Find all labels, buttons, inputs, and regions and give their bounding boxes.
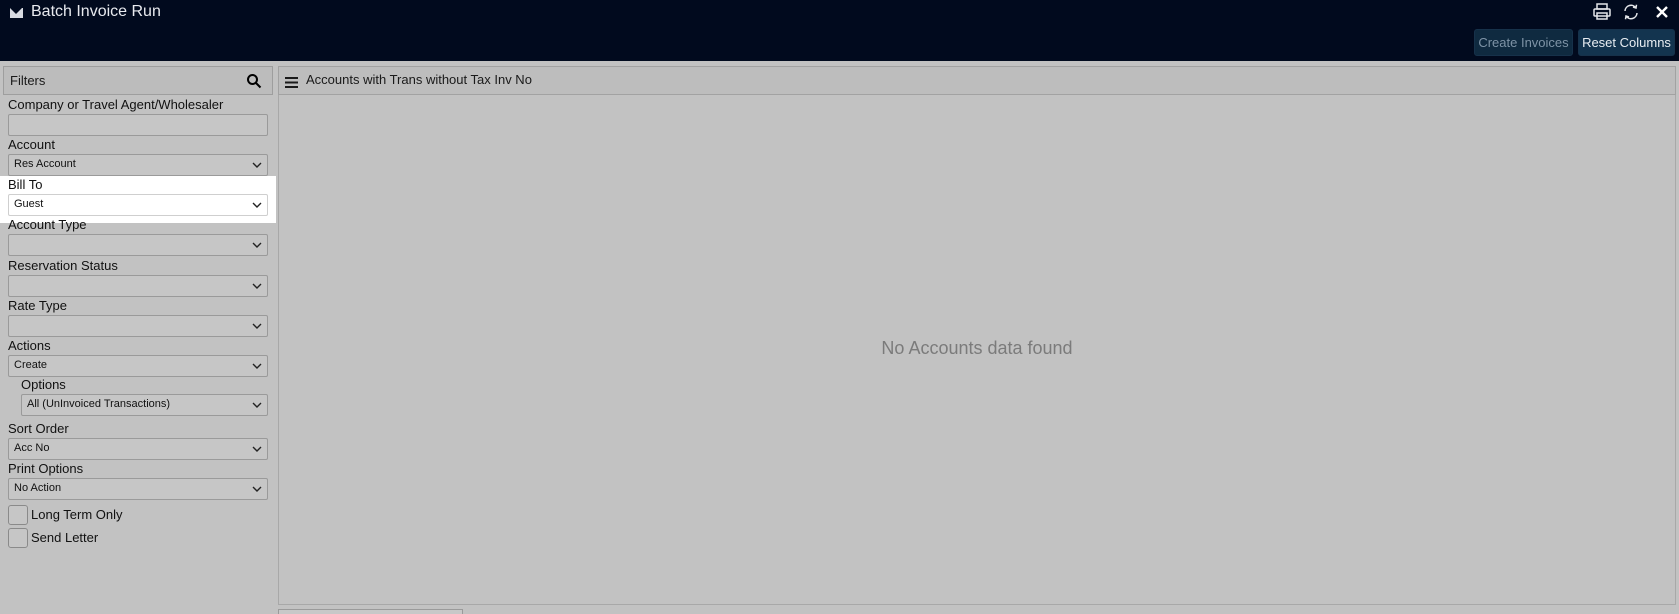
bill-to-value: Guest bbox=[14, 198, 44, 210]
actions-value: Create bbox=[14, 359, 48, 371]
company-input[interactable] bbox=[8, 114, 268, 136]
empty-state-message: No Accounts data found bbox=[881, 338, 1073, 358]
menu-icon[interactable] bbox=[285, 75, 298, 88]
actions-label: Actions bbox=[8, 338, 51, 353]
chevron-down-icon bbox=[252, 282, 262, 290]
account-select[interactable]: Res Account bbox=[8, 154, 268, 176]
print-options-select[interactable]: No Action bbox=[8, 478, 268, 500]
company-label: Company or Travel Agent/Wholesaler bbox=[8, 97, 224, 112]
accounts-panel-title: Accounts with Trans without Tax Inv No bbox=[306, 72, 532, 87]
chevron-down-icon bbox=[252, 485, 262, 493]
chevron-down-icon bbox=[252, 201, 262, 209]
send-letter-checkbox[interactable] bbox=[8, 528, 28, 548]
options-value: All (UnInvoiced Transactions) bbox=[27, 398, 171, 410]
account-type-label: Account Type bbox=[8, 217, 87, 232]
chevron-down-icon bbox=[252, 362, 262, 370]
long-term-only-label: Long Term Only bbox=[31, 507, 123, 522]
bill-to-label: Bill To bbox=[8, 177, 43, 192]
filters-header: Filters bbox=[3, 66, 273, 95]
window-title: Batch Invoice Run bbox=[31, 3, 161, 20]
chevron-down-icon bbox=[252, 322, 262, 330]
rate-type-select[interactable] bbox=[8, 315, 268, 337]
send-letter-label: Send Letter bbox=[31, 530, 99, 545]
account-value: Res Account bbox=[14, 158, 76, 170]
print-options-value: No Action bbox=[14, 482, 62, 494]
rate-type-label: Rate Type bbox=[8, 298, 68, 313]
account-label: Account bbox=[8, 137, 55, 152]
accounts-panel-header: Accounts with Trans without Tax Inv No bbox=[278, 66, 1676, 95]
sort-order-label: Sort Order bbox=[8, 421, 69, 436]
chevron-down-icon bbox=[252, 401, 262, 409]
chevron-down-icon bbox=[252, 445, 262, 453]
bill-to-select[interactable]: Guest bbox=[8, 194, 268, 216]
search-icon[interactable] bbox=[246, 73, 262, 89]
print-options-label: Print Options bbox=[8, 461, 84, 476]
accounts-grid: No Accounts data found bbox=[278, 95, 1676, 605]
options-label: Options bbox=[21, 377, 66, 392]
print-icon[interactable] bbox=[1591, 2, 1613, 22]
bottom-tab-strip bbox=[278, 609, 463, 614]
sort-order-value: Acc No bbox=[14, 442, 50, 454]
filters-title: Filters bbox=[10, 73, 46, 88]
envelope-icon bbox=[10, 8, 23, 18]
account-type-select[interactable] bbox=[8, 234, 268, 256]
options-select[interactable]: All (UnInvoiced Transactions) bbox=[21, 394, 268, 416]
long-term-only-checkbox[interactable] bbox=[8, 505, 28, 525]
reservation-status-label: Reservation Status bbox=[8, 258, 118, 273]
chevron-down-icon bbox=[252, 161, 262, 169]
actions-select[interactable]: Create bbox=[8, 355, 268, 377]
reset-columns-button[interactable]: Reset Columns bbox=[1578, 29, 1675, 56]
title-bar: Batch Invoice Run Create Invoices Reset … bbox=[0, 0, 1679, 61]
reservation-status-select[interactable] bbox=[8, 275, 268, 297]
chevron-down-icon bbox=[252, 241, 262, 249]
refresh-icon[interactable] bbox=[1620, 2, 1642, 22]
sort-order-select[interactable]: Acc No bbox=[8, 438, 268, 460]
create-invoices-button[interactable]: Create Invoices bbox=[1474, 29, 1573, 56]
close-icon[interactable] bbox=[1651, 2, 1673, 22]
